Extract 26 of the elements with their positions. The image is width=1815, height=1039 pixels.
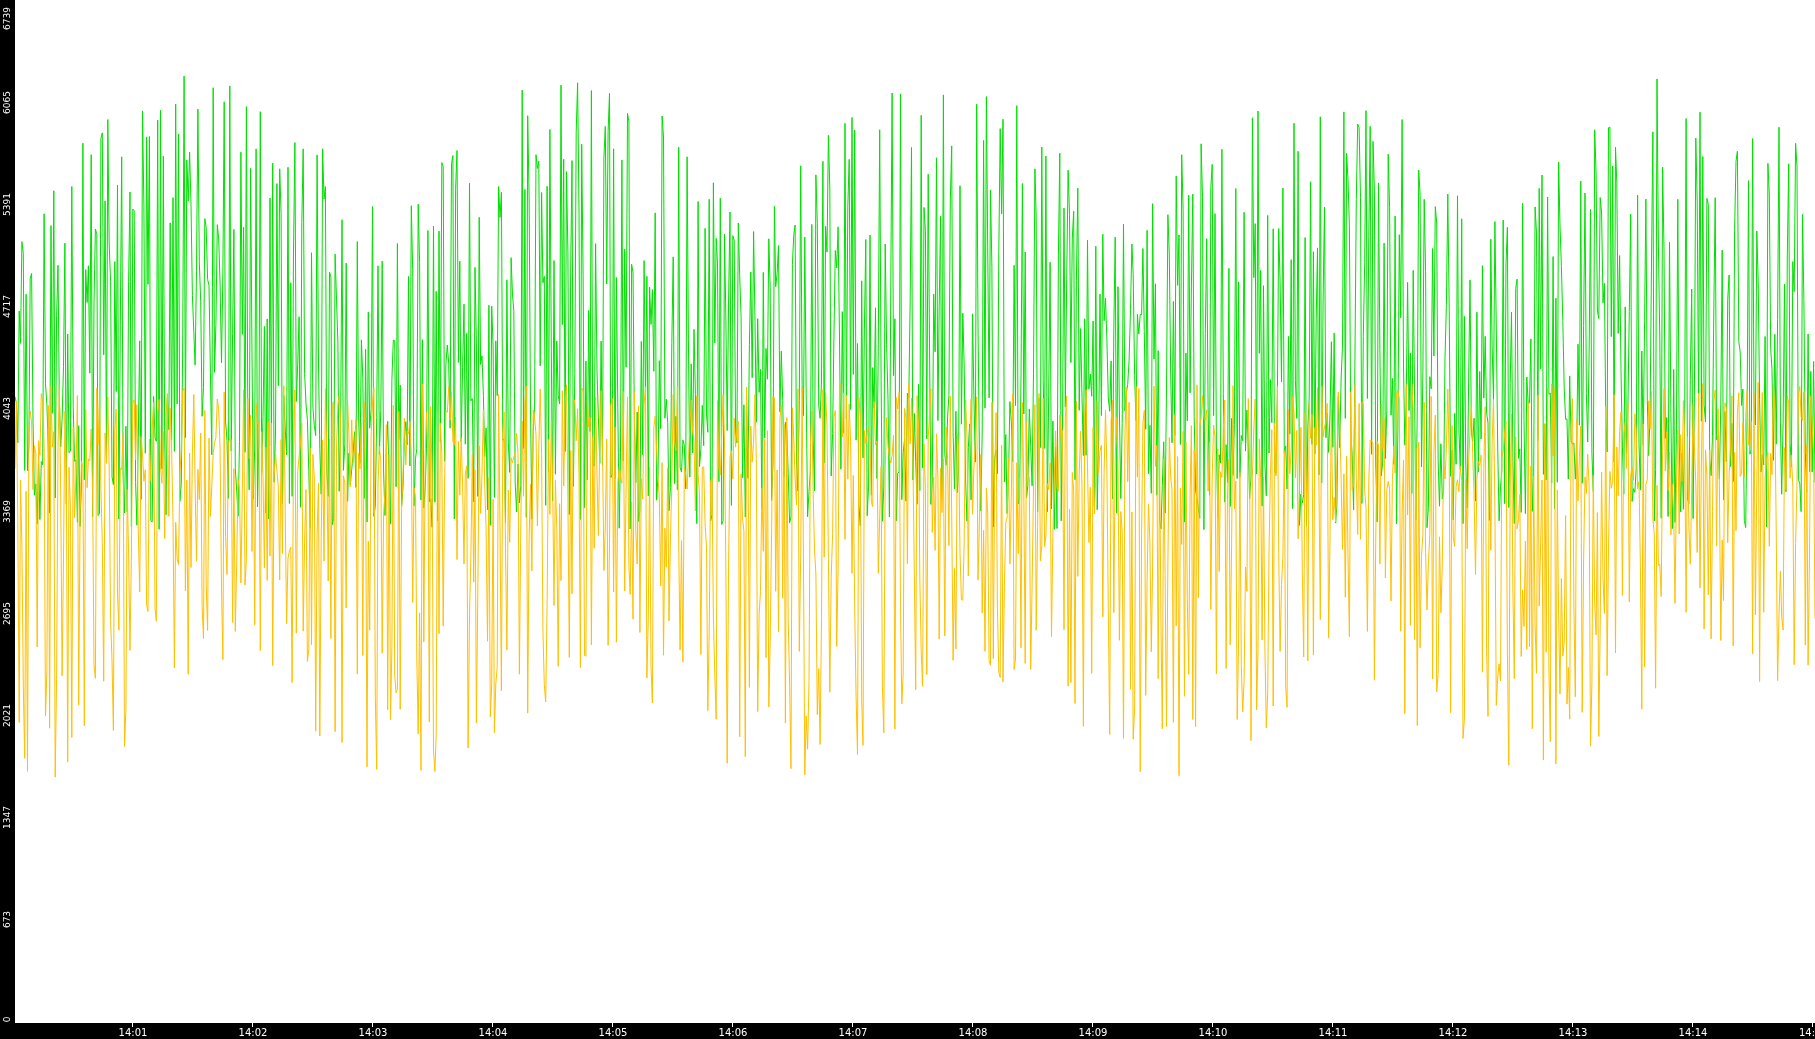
- axis-tick-label: 14:08: [958, 1027, 988, 1039]
- axis-tick-label: 3369: [3, 499, 12, 523]
- axis-tick-label: 14:12: [1438, 1027, 1468, 1039]
- axis-tick-label: 14:13: [1558, 1027, 1588, 1039]
- axis-tick-label: 2695: [3, 601, 12, 625]
- axis-tick-label: 14:11: [1318, 1027, 1348, 1039]
- axis-tick-label: 5391: [3, 193, 12, 217]
- axis-tick-label: 14:04: [478, 1027, 508, 1039]
- axis-tick-label: 14:05: [598, 1027, 628, 1039]
- axis-tick-label: 673: [3, 910, 12, 928]
- axis-tick-label: 14:01: [118, 1027, 148, 1039]
- axis-tick-label: 14:10: [1198, 1027, 1228, 1039]
- axis-tick-label: 4043: [3, 397, 12, 421]
- axis-tick-label: 1347: [3, 805, 12, 829]
- axis-tick-label: 14:07: [838, 1027, 868, 1039]
- axis-tick-label: 14:14: [1678, 1027, 1708, 1039]
- axis-tick-label: 6739: [3, 7, 12, 30]
- axis-tick-label: 14:: [1798, 1027, 1815, 1039]
- axis-tick-label: 2021: [3, 703, 12, 727]
- axis-tick-label: 14:03: [358, 1027, 388, 1039]
- axis-tick-label: 14:06: [718, 1027, 748, 1039]
- axis-tick-label: 14:09: [1078, 1027, 1108, 1039]
- axis-tick-label: 4717: [3, 295, 12, 319]
- axis-tick-label: 6065: [3, 91, 12, 115]
- axis-tick-label: 0: [3, 1016, 12, 1023]
- axis-tick-label: 14:02: [238, 1027, 268, 1039]
